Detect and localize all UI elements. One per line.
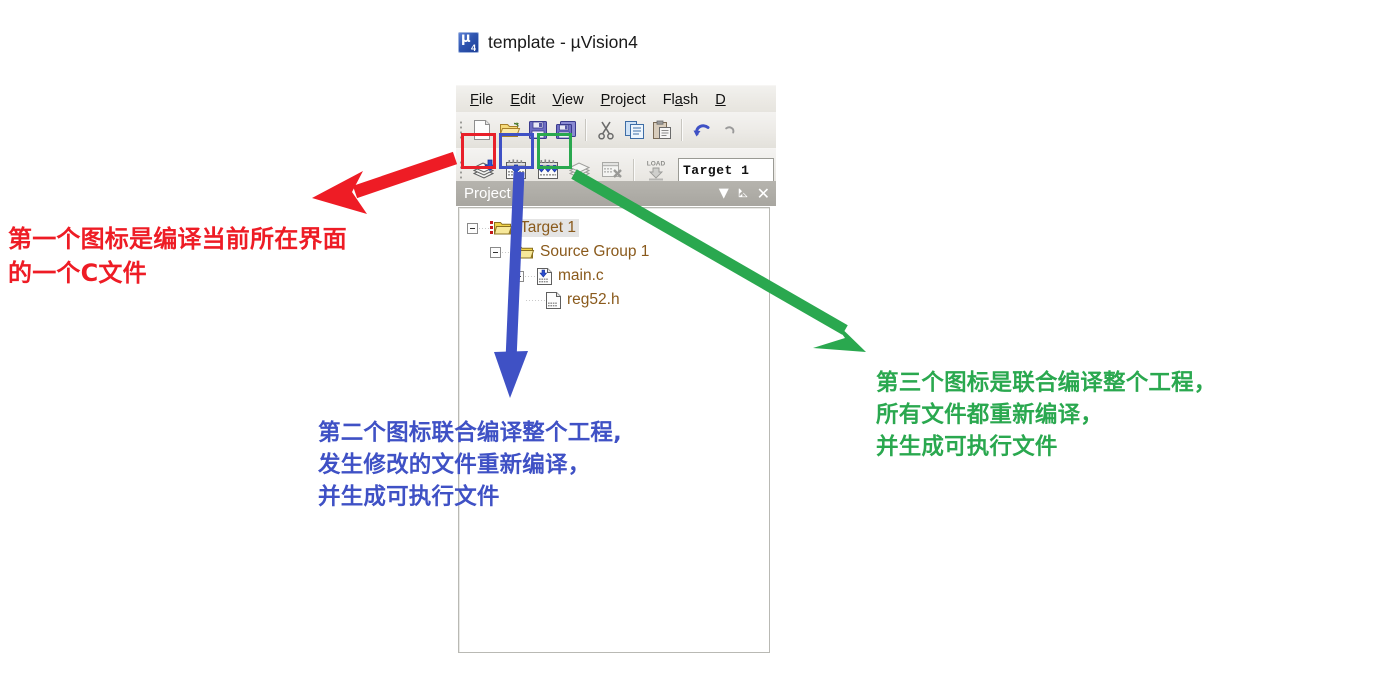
- save-all-icon[interactable]: [553, 117, 579, 143]
- menu-bar: File Edit View Project Flash D: [456, 85, 776, 113]
- panel-pin-icon[interactable]: ⛡: [738, 187, 748, 200]
- tree-item-target-1[interactable]: Target 1: [459, 216, 769, 240]
- c-source-file-icon: [537, 267, 552, 285]
- tree-item-source-group-1[interactable]: Source Group 1: [459, 240, 769, 264]
- toolbar-separator: [681, 119, 683, 141]
- annotation-red-text: 第一个图标是编译当前所在界面 的一个C文件: [8, 225, 347, 288]
- toolbar-separator: [633, 159, 635, 181]
- source-group-folder-icon: [513, 246, 535, 259]
- menu-item-debug[interactable]: D: [712, 92, 728, 108]
- menu-item-edit[interactable]: Edit: [507, 92, 538, 108]
- toolbar-separator: [585, 119, 587, 141]
- tree-connector: [501, 251, 513, 253]
- tree-item-reg52-h[interactable]: reg52.h: [459, 288, 769, 312]
- undo-icon[interactable]: [689, 117, 715, 143]
- uvision-window: template - µVision4 File Edit View Proje…: [456, 28, 776, 660]
- toolbar-grip[interactable]: [458, 159, 465, 181]
- toolbar-grip[interactable]: [458, 119, 465, 141]
- tree-item-label: Target 1: [517, 219, 580, 237]
- tree-connector: [478, 227, 490, 229]
- paste-icon[interactable]: [649, 117, 675, 143]
- copy-icon[interactable]: [621, 117, 647, 143]
- menu-item-flash[interactable]: Flash: [660, 92, 702, 108]
- tree-item-label: reg52.h: [567, 291, 620, 308]
- project-panel-header: Project ▼ ⛡ ✕: [456, 181, 776, 206]
- redo-icon[interactable]: [717, 117, 743, 143]
- save-icon[interactable]: [525, 117, 551, 143]
- panel-menu-icon[interactable]: ▼: [719, 187, 729, 200]
- header-file-icon: [546, 291, 561, 309]
- window-titlebar: template - µVision4: [456, 28, 776, 56]
- open-file-icon[interactable]: [497, 117, 523, 143]
- tree-connector: [525, 299, 545, 301]
- tree-item-main-c[interactable]: main.c: [459, 264, 769, 288]
- menu-item-view[interactable]: View: [549, 92, 586, 108]
- tree-expander-icon[interactable]: [490, 246, 501, 258]
- annotation-green-text: 第三个图标是联合编译整个工程， 所有文件都重新编译， 并生成可执行文件: [876, 370, 1217, 460]
- menu-item-file[interactable]: File: [467, 92, 496, 108]
- uvision-app-icon: [458, 31, 479, 53]
- project-tree: Target 1 Source Group 1 main.c reg52.h: [459, 208, 769, 312]
- tree-item-label: main.c: [558, 267, 604, 284]
- target-select[interactable]: Target 1: [678, 158, 774, 182]
- standard-toolbar: [456, 112, 776, 148]
- cut-icon[interactable]: [593, 117, 619, 143]
- annotation-blue-text: 第二个图标联合编译整个工程, 发生修改的文件重新编译， 并生成可执行文件: [318, 420, 622, 510]
- tree-expander-icon[interactable]: [467, 222, 478, 234]
- project-panel-title: Project: [464, 185, 511, 202]
- window-title: template - µVision4: [488, 31, 638, 52]
- svg-text:LOAD: LOAD: [647, 161, 666, 168]
- red-arrow: [312, 151, 458, 214]
- tree-item-label: Source Group 1: [540, 243, 650, 260]
- tree-connector: [524, 275, 536, 277]
- menu-item-project[interactable]: Project: [598, 92, 649, 108]
- new-file-icon[interactable]: [469, 117, 495, 143]
- tree-expander-icon[interactable]: [513, 270, 524, 282]
- target-folder-icon: [490, 221, 512, 235]
- panel-close-icon[interactable]: ✕: [757, 185, 770, 202]
- target-select-value: Target 1: [683, 162, 750, 178]
